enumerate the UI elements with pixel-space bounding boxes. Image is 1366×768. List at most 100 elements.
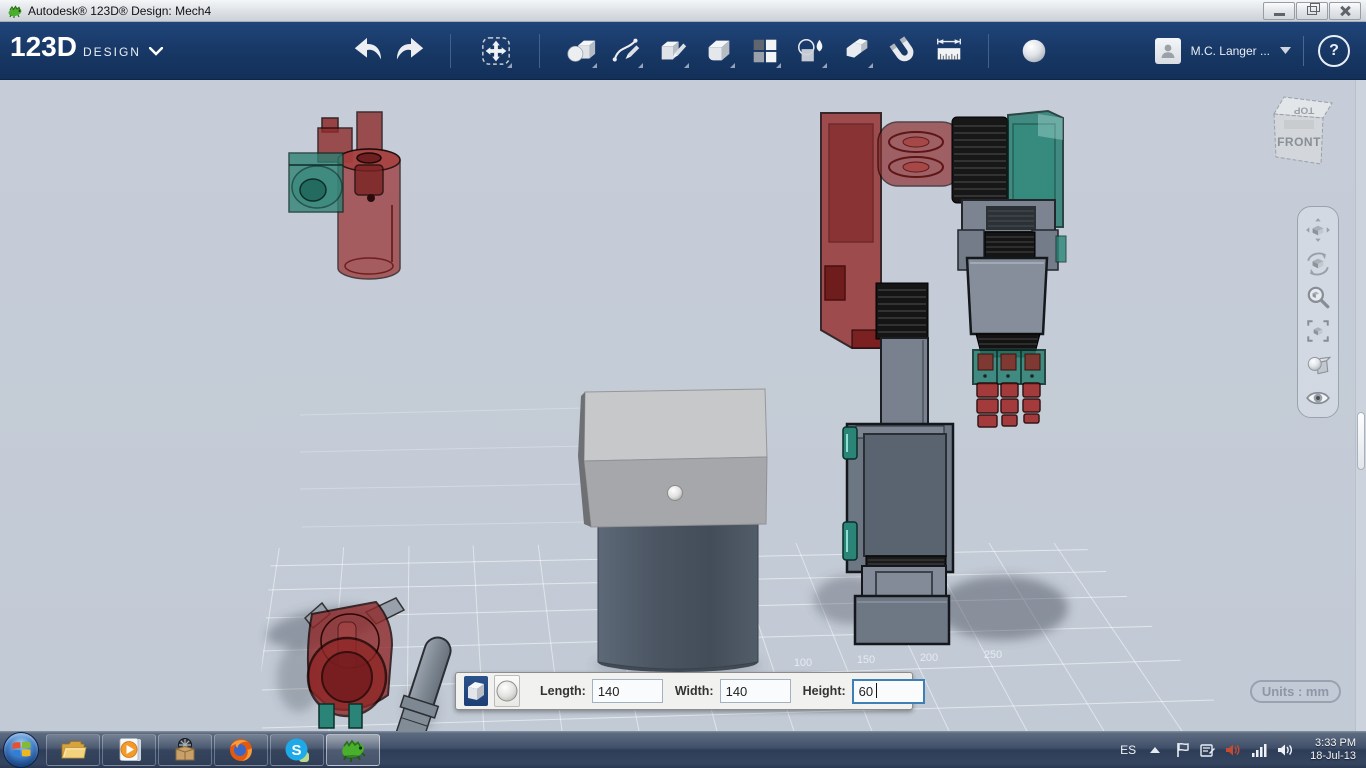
brand-123d: 123D [10, 31, 77, 62]
grouping-button[interactable] [840, 34, 874, 68]
user-name[interactable]: M.C. Langer ... [1191, 44, 1270, 58]
help-button[interactable]: ? [1318, 34, 1350, 67]
primitive-dialog: Length: Width: Height: [455, 672, 925, 710]
material-icon [1022, 39, 1046, 62]
person-icon [1161, 44, 1175, 58]
app-logo-menu[interactable]: 123D DESIGN [10, 31, 163, 63]
grouping-icon [846, 38, 868, 58]
redo-button[interactable] [394, 34, 428, 68]
snap-button[interactable] [886, 34, 920, 68]
box-icon [468, 682, 484, 700]
tray-time: 3:33 PM [1315, 736, 1356, 749]
pattern-button[interactable] [748, 34, 782, 68]
user-avatar[interactable] [1154, 37, 1181, 64]
view-nav-toolbar [1297, 206, 1339, 418]
toolbar-separator [450, 33, 451, 68]
model-robot-arm[interactable] [820, 109, 1067, 431]
text-caret [875, 682, 877, 698]
construct-button[interactable] [656, 34, 690, 68]
length-field: Length: [540, 679, 663, 703]
width-label: Width: [674, 684, 714, 698]
minimize-icon [1273, 12, 1285, 16]
media-player-icon [119, 737, 141, 761]
length-input[interactable] [591, 679, 663, 703]
height-label: Height: [802, 684, 846, 698]
taskbar-123d-button[interactable] [326, 733, 380, 766]
window-titlebar: Autodesk® 123D® Design: Mech4 [0, 0, 1366, 22]
toolbar-separator [539, 33, 540, 68]
orbit-icon [1307, 252, 1329, 275]
brand-design: DESIGN [82, 45, 141, 59]
measure-button[interactable] [932, 34, 966, 68]
taskbar: S ES 3:33 PM 18-Jul-13 [0, 731, 1366, 768]
height-input[interactable] [851, 678, 925, 704]
sphere-shape-button[interactable] [494, 675, 520, 707]
taskbar-firefox-button[interactable] [214, 733, 268, 766]
primitives-button[interactable] [564, 34, 598, 68]
restore-button[interactable] [1296, 1, 1328, 20]
zoom-tool[interactable] [1303, 282, 1333, 312]
viewcube-top-label[interactable]: TOP [1293, 105, 1314, 115]
width-input[interactable] [719, 679, 791, 703]
modify-icon [708, 40, 730, 60]
primitives-icon [567, 40, 596, 62]
taskbar-box-app-button[interactable] [158, 733, 212, 766]
model-robot-leg[interactable] [842, 422, 955, 646]
taskbar-media-player-button[interactable] [102, 733, 156, 766]
window-title: Autodesk® 123D® Design: Mech4 [28, 3, 212, 18]
visibility-tool[interactable] [1303, 383, 1333, 413]
viewcube-front-label[interactable]: FRONT [1277, 135, 1321, 149]
model-pedestal[interactable] [578, 388, 768, 672]
speaker-icon[interactable] [1277, 742, 1294, 758]
viewport-canvas[interactable]: 100 150 200 250 [0, 80, 1366, 731]
measure-icon [937, 38, 961, 59]
start-button[interactable] [3, 731, 39, 768]
grid-label: 200 [920, 652, 938, 664]
length-label: Length: [540, 684, 586, 698]
scrollbar-thumb[interactable] [1357, 412, 1365, 470]
shading-tool[interactable] [1303, 350, 1333, 380]
firefox-icon [230, 738, 252, 761]
language-indicator[interactable]: ES [1120, 743, 1136, 757]
viewport-scrollbar[interactable] [1355, 80, 1366, 731]
taskbar-skype-button[interactable]: S [270, 733, 324, 766]
model-red-part-bottom[interactable] [303, 597, 406, 729]
undo-button[interactable] [350, 34, 384, 68]
manipulator-handle[interactable] [667, 485, 683, 501]
sphere-icon [496, 680, 518, 702]
network-signal-icon[interactable] [1251, 743, 1267, 757]
modify-button[interactable] [702, 34, 736, 68]
volume-alert-icon[interactable] [1225, 742, 1241, 758]
transform-button[interactable] [479, 34, 513, 68]
grid-label: 150 [857, 654, 875, 666]
tray-expand-icon[interactable] [1150, 746, 1161, 753]
taskbar-explorer-button[interactable] [46, 733, 100, 766]
combine-button[interactable] [794, 34, 828, 68]
view-cube[interactable]: TOP FRONT [1264, 90, 1344, 182]
sketch-button[interactable] [610, 34, 644, 68]
toolbar-separator [1303, 35, 1304, 66]
viewport: 100 150 200 250 TOP FRONT Length: 140 Wi… [0, 80, 1366, 731]
construct-icon [661, 41, 687, 59]
box-shape-button[interactable] [464, 676, 488, 706]
orbit-tool[interactable] [1303, 249, 1333, 279]
redo-icon [396, 37, 424, 59]
grid-label: 250 [984, 649, 1002, 661]
taskbar-clock[interactable]: 3:33 PM 18-Jul-13 [1310, 737, 1356, 763]
svg-text:S: S [291, 742, 301, 759]
height-field: Height: [802, 678, 925, 704]
user-dropdown-icon[interactable] [1280, 47, 1291, 54]
action-center-flag-icon[interactable] [1176, 742, 1190, 758]
windows-logo-icon [12, 741, 30, 757]
material-button[interactable] [1017, 34, 1051, 68]
help-glyph: ? [1329, 41, 1339, 59]
units-button[interactable]: Units : mm [1249, 680, 1341, 703]
fit-tool[interactable] [1303, 316, 1333, 346]
tray-app-icon[interactable] [1200, 742, 1216, 758]
minimize-button[interactable] [1263, 1, 1295, 20]
close-button[interactable] [1329, 1, 1361, 20]
model-red-cylinder-assembly[interactable] [288, 111, 401, 280]
grid-label: 100 [794, 657, 812, 669]
pan-tool[interactable] [1303, 215, 1333, 245]
sketch-icon [612, 38, 640, 62]
